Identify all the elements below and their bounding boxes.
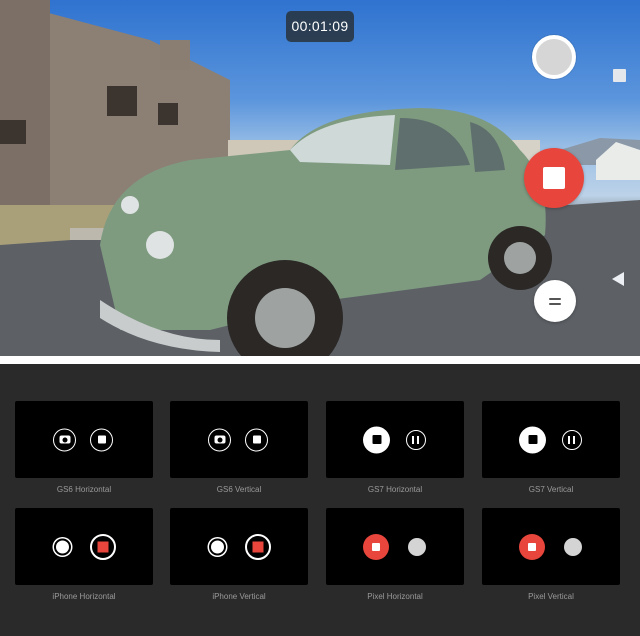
- camera-icon: [214, 435, 225, 444]
- menu-button[interactable]: [534, 280, 576, 322]
- camera-button: [53, 428, 76, 451]
- gallery-thumbnail-button[interactable]: [613, 69, 626, 82]
- photo-button: [54, 538, 71, 555]
- stop-recording-button: [519, 533, 545, 560]
- camera-button: [208, 428, 231, 451]
- pause-icon: [568, 435, 570, 444]
- menu-icon: [549, 298, 561, 300]
- stop-button: [245, 428, 268, 451]
- variant-caption: GS6 Horizontal: [56, 485, 112, 494]
- variant-preview: [326, 401, 464, 478]
- stop-recording-button: [363, 533, 389, 560]
- stop-icon: [528, 542, 536, 551]
- variant-preview: [15, 401, 153, 478]
- divider: [0, 356, 640, 364]
- variant-caption: Pixel Vertical: [528, 592, 574, 601]
- record-button: [245, 533, 271, 560]
- variant-card-pixel-horizontal[interactable]: Pixel Horizontal: [326, 508, 464, 601]
- stop-icon: [97, 435, 106, 444]
- variant-preview: [482, 401, 620, 478]
- variant-caption: iPhone Horizontal: [52, 592, 116, 601]
- stop-recording-button[interactable]: [524, 148, 584, 208]
- shutter-button: [408, 537, 426, 556]
- variant-gallery: GS6 Horizontal GS6 Vertical GS7 Horizont…: [0, 364, 640, 636]
- variant-card-gs6-vertical[interactable]: GS6 Vertical: [170, 401, 308, 494]
- shutter-button: [564, 537, 582, 556]
- stop-icon: [252, 541, 264, 552]
- stop-icon: [97, 541, 109, 552]
- variant-card-iphone-horizontal[interactable]: iPhone Horizontal: [15, 508, 153, 601]
- record-button: [90, 533, 116, 560]
- variant-preview: [15, 508, 153, 585]
- stop-icon: [252, 435, 261, 444]
- stop-icon: [543, 167, 565, 189]
- stop-button: [90, 428, 113, 451]
- photo-button: [209, 538, 226, 555]
- recording-timer: 00:01:09: [286, 11, 354, 42]
- variant-card-pixel-vertical[interactable]: Pixel Vertical: [482, 508, 620, 601]
- pause-button: [562, 429, 582, 450]
- variant-preview: [326, 508, 464, 585]
- collapse-arrow-icon[interactable]: [612, 272, 624, 286]
- pause-button: [406, 429, 426, 450]
- variant-preview: [482, 508, 620, 585]
- stop-icon: [372, 542, 380, 551]
- variant-caption: GS7 Horizontal: [367, 485, 423, 494]
- stop-button: [363, 426, 390, 453]
- variant-card-gs6-horizontal[interactable]: GS6 Horizontal: [15, 401, 153, 494]
- variant-caption: iPhone Vertical: [212, 592, 266, 601]
- camera-viewfinder: 00:01:09: [0, 0, 640, 356]
- stop-button: [519, 426, 546, 453]
- camera-icon: [59, 435, 70, 444]
- variant-card-gs7-horizontal[interactable]: GS7 Horizontal: [326, 401, 464, 494]
- stop-icon: [528, 435, 537, 444]
- variant-caption: GS6 Vertical: [216, 485, 262, 494]
- variant-preview: [170, 401, 308, 478]
- photo-shutter-button[interactable]: [532, 35, 576, 79]
- pause-icon: [412, 435, 414, 444]
- variant-preview: [170, 508, 308, 585]
- variant-card-gs7-vertical[interactable]: GS7 Vertical: [482, 401, 620, 494]
- variant-caption: Pixel Horizontal: [367, 592, 423, 601]
- variant-caption: GS7 Vertical: [528, 485, 574, 494]
- stop-icon: [372, 435, 381, 444]
- variant-card-iphone-vertical[interactable]: iPhone Vertical: [170, 508, 308, 601]
